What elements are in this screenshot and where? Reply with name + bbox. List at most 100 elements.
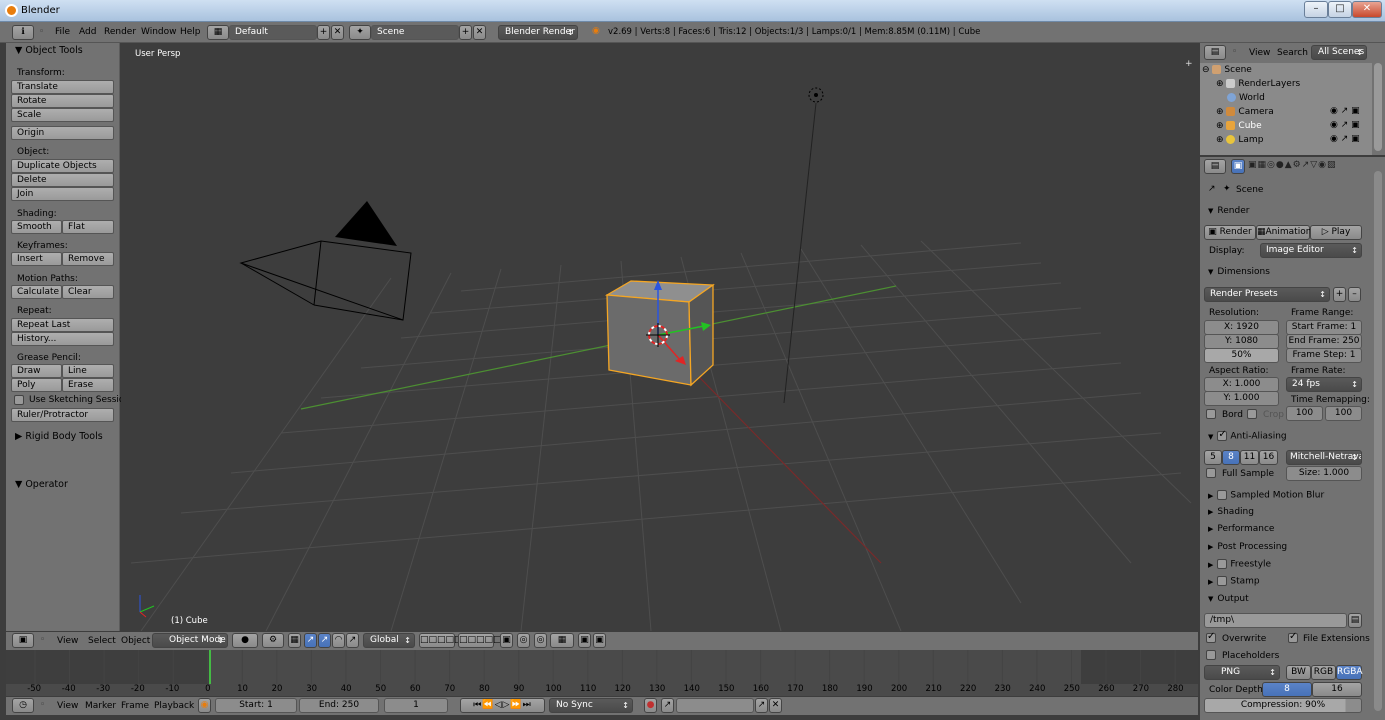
outliner-row-world[interactable]: World xyxy=(1227,91,1265,105)
dimensions-panel-header[interactable]: Dimensions xyxy=(1208,267,1270,277)
outliner-filter-dropdown[interactable]: All Scenes xyxy=(1311,45,1367,60)
depth-8-button[interactable]: 8 xyxy=(1262,682,1312,697)
outliner-row-camera[interactable]: ⊕ Camera xyxy=(1216,105,1274,119)
timeline-menu-frame[interactable]: Frame xyxy=(121,701,149,711)
color-rgb-button[interactable]: RGB xyxy=(1311,665,1336,680)
freestyle-panel-header[interactable]: Freestyle xyxy=(1208,559,1271,570)
manipulator-toggle-icon[interactable]: ▦ xyxy=(288,633,301,648)
output-path-field[interactable]: /tmp\ xyxy=(1204,613,1347,628)
play-button[interactable]: ▷ Play xyxy=(1310,225,1362,240)
stamp-panel-header[interactable]: Stamp xyxy=(1208,576,1260,587)
layers-group-1[interactable]: □□□□□ xyxy=(419,633,463,648)
calculate-button[interactable]: Calculate xyxy=(11,285,62,299)
placeholders-checkbox[interactable] xyxy=(1206,650,1216,660)
draw-button[interactable]: Draw xyxy=(11,364,62,378)
rotate-button[interactable]: Rotate xyxy=(11,94,114,108)
folder-icon[interactable]: ▤ xyxy=(1348,613,1362,628)
sync-dropdown[interactable]: No Sync xyxy=(549,698,633,713)
add-layout-icon[interactable]: + xyxy=(317,25,330,40)
post-processing-panel-header[interactable]: Post Processing xyxy=(1208,542,1287,552)
outliner-scrollbar[interactable] xyxy=(1374,63,1382,151)
close-button[interactable]: ✕ xyxy=(1352,1,1382,18)
properties-toggle-icon[interactable]: + xyxy=(1185,59,1193,69)
render-tab-icon[interactable]: ▣ xyxy=(1231,159,1245,174)
viewport-collapse-icon[interactable]: ◦ xyxy=(40,635,45,645)
remap-old-field[interactable]: 100 xyxy=(1286,406,1323,421)
object-tools-header[interactable]: ▼ Object Tools xyxy=(15,45,83,56)
pin-icon[interactable]: ↗ xyxy=(1208,184,1216,194)
snap-element-icon[interactable]: ▦ xyxy=(550,633,574,648)
output-panel-header[interactable]: Output xyxy=(1208,594,1248,604)
preview-range-icon[interactable]: ◉ xyxy=(198,698,211,713)
remove-scene-icon[interactable]: ✕ xyxy=(473,25,486,40)
mode-dropdown[interactable]: Object Mode xyxy=(152,633,228,648)
translate-manipulator-icon[interactable]: ↗ xyxy=(304,633,317,648)
remap-new-field[interactable]: 100 xyxy=(1325,406,1362,421)
outliner-menu-view[interactable]: View xyxy=(1249,48,1270,58)
timeline[interactable]: -50 -40 -30 -20 -10 0 10 20 30 40 50 60 70 80 90 100 110… xyxy=(6,650,1198,696)
history-button[interactable]: History... xyxy=(11,332,114,346)
motion-blur-checkbox[interactable] xyxy=(1217,490,1228,500)
render-button[interactable]: ▣ Render xyxy=(1204,225,1256,240)
menu-help[interactable]: Help xyxy=(180,27,201,37)
editor-type-icon[interactable]: ℹ xyxy=(12,25,34,40)
join-button[interactable]: Join xyxy=(11,187,114,201)
operator-header[interactable]: ▼ Operator xyxy=(15,479,68,490)
aa-samples-11[interactable]: 11 xyxy=(1240,450,1259,465)
add-scene-icon[interactable]: + xyxy=(459,25,472,40)
shading-dropdown-icon[interactable]: ● xyxy=(232,633,258,648)
timeline-menu-marker[interactable]: Marker xyxy=(85,701,116,711)
3d-viewport[interactable]: User Persp (1) Cube + xyxy=(121,43,1198,631)
viewport-menu-view[interactable]: View xyxy=(57,636,78,646)
line-button[interactable]: Line xyxy=(62,364,114,378)
context-tabs-icons[interactable]: ▣▦◎●▲⚙↗▽◉▧ xyxy=(1248,160,1337,170)
pivot-dropdown-icon[interactable]: ⚙ xyxy=(262,633,284,648)
outliner-row-lamp[interactable]: ⊕ Lamp xyxy=(1216,133,1263,147)
remove-button[interactable]: Remove xyxy=(62,252,114,266)
keying-icon[interactable]: ↗ xyxy=(661,698,674,713)
crop-checkbox[interactable] xyxy=(1247,409,1257,419)
end-frame-field[interactable]: End Frame: 250 xyxy=(1286,334,1362,349)
collapse-icon[interactable]: ◦ xyxy=(39,27,44,37)
playback-controls[interactable]: ⏮⏪◁▷⏩⏭ xyxy=(460,698,545,713)
border-checkbox[interactable] xyxy=(1206,409,1216,419)
color-rgba-button[interactable]: RGBA xyxy=(1336,665,1363,680)
menu-window[interactable]: Window xyxy=(141,27,177,37)
erase-button[interactable]: Erase xyxy=(62,378,114,392)
display-dropdown[interactable]: Image Editor xyxy=(1260,243,1362,258)
layers-group-2[interactable]: □□□□□ xyxy=(458,633,502,648)
menu-file[interactable]: File xyxy=(55,27,70,37)
poly-button[interactable]: Poly xyxy=(11,378,62,392)
rigid-body-header[interactable]: ▶ Rigid Body Tools xyxy=(15,431,103,442)
orientation-dropdown[interactable]: Global xyxy=(363,633,415,648)
duplicate-button[interactable]: Duplicate Objects xyxy=(11,159,114,173)
scene-icon[interactable]: ✦ xyxy=(349,25,371,40)
smooth-button[interactable]: Smooth xyxy=(11,220,62,234)
rotate-manipulator-icon[interactable]: ◠ xyxy=(332,633,345,648)
start-field[interactable]: Start: 1 xyxy=(215,698,297,713)
scale-button[interactable]: Scale xyxy=(11,108,114,122)
render-panel-header[interactable]: Render xyxy=(1208,206,1249,216)
stamp-checkbox[interactable] xyxy=(1217,576,1228,586)
remove-preset-icon[interactable]: – xyxy=(1348,287,1361,302)
menu-add[interactable]: Add xyxy=(79,27,96,37)
depth-16-button[interactable]: 16 xyxy=(1312,682,1362,697)
translate-button[interactable]: Translate xyxy=(11,80,114,94)
anti-aliasing-checkbox[interactable] xyxy=(1217,429,1228,441)
freestyle-checkbox[interactable] xyxy=(1217,559,1228,569)
keying-set-field[interactable] xyxy=(676,698,754,713)
eye-icon[interactable]: ◉ ↗ ▣ xyxy=(1330,134,1360,144)
outliner-editor-icon[interactable]: ▤ xyxy=(1204,45,1226,60)
lock-layers-icon[interactable]: ▣ xyxy=(500,633,513,648)
render-presets-dropdown[interactable]: Render Presets xyxy=(1204,287,1330,302)
aa-samples-16[interactable]: 16 xyxy=(1259,450,1278,465)
properties-editor-icon[interactable]: ▤ xyxy=(1204,159,1226,174)
clear-button[interactable]: Clear xyxy=(62,285,114,299)
layout-icon[interactable]: ▦ xyxy=(207,25,229,40)
scale-manipulator-icon[interactable]: ↗ xyxy=(346,633,359,648)
aa-samples-8[interactable]: 8 xyxy=(1222,450,1240,465)
resolution-y-field[interactable]: Y: 1080 xyxy=(1204,334,1279,349)
file-format-dropdown[interactable]: PNG xyxy=(1204,665,1280,680)
aa-samples-5[interactable]: 5 xyxy=(1204,450,1222,465)
menu-render[interactable]: Render xyxy=(104,27,136,37)
